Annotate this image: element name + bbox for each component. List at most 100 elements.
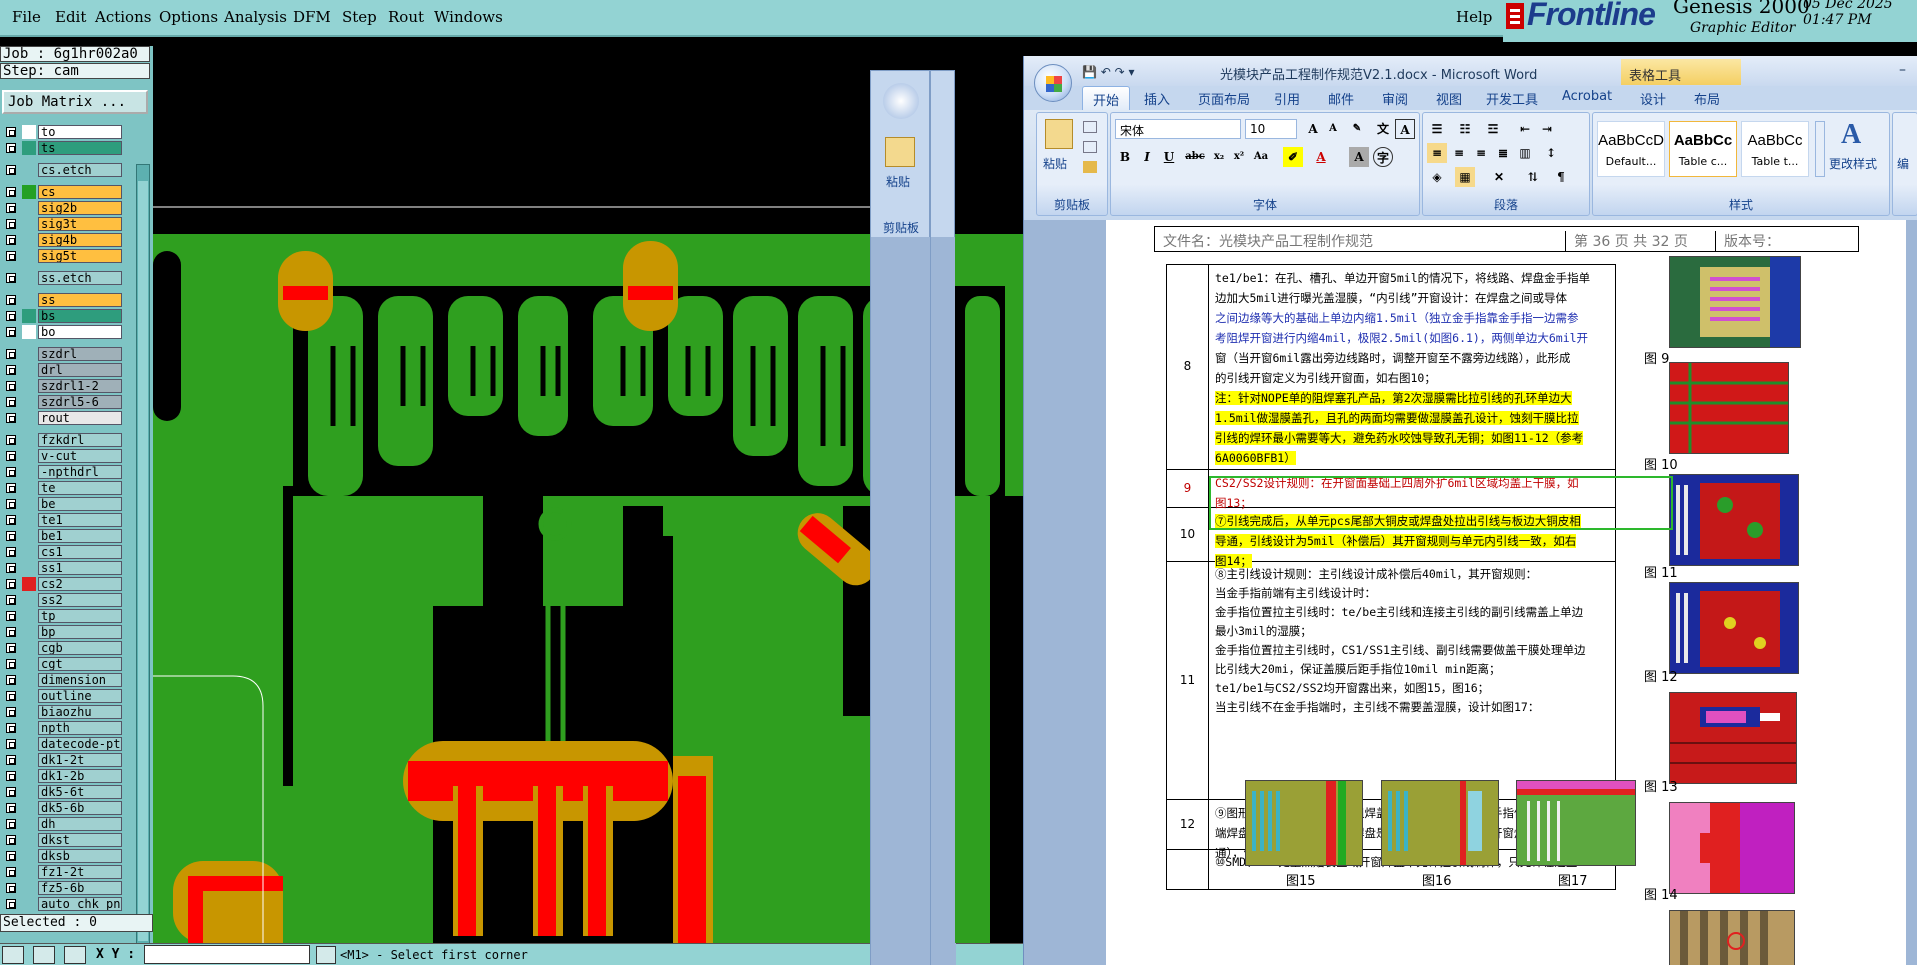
align-right-icon[interactable]: ≡ <box>1471 143 1491 163</box>
layer-scrollbar[interactable] <box>136 164 150 959</box>
measure-tool-icon[interactable] <box>33 946 55 964</box>
background-word-window-2[interactable] <box>930 70 956 965</box>
font-size-field[interactable]: 10 <box>1245 119 1297 139</box>
layer-name[interactable]: dk1-2t <box>38 753 122 767</box>
layer-row[interactable]: ss.etch <box>2 270 122 286</box>
layer-row[interactable]: ss2 <box>2 592 122 608</box>
layer-name[interactable]: sig2b <box>38 201 122 215</box>
copy-icon[interactable] <box>1083 141 1097 153</box>
layer-row[interactable]: be1 <box>2 528 122 544</box>
layer-checkbox[interactable] <box>6 771 16 781</box>
layer-name[interactable]: dk5-6b <box>38 801 122 815</box>
style-default[interactable]: AaBbCcD Default... <box>1597 121 1665 177</box>
layer-name[interactable]: cs2 <box>38 577 122 591</box>
layer-name[interactable]: cgb <box>38 641 122 655</box>
layer-row[interactable]: cs <box>2 184 122 200</box>
layer-checkbox[interactable] <box>6 127 16 137</box>
layer-checkbox[interactable] <box>6 467 16 477</box>
layer-color-swatch[interactable] <box>22 481 36 495</box>
layer-row[interactable]: bp <box>2 624 122 640</box>
layer-row[interactable]: fz5-6b <box>2 880 122 896</box>
layer-name[interactable]: dkst <box>38 833 122 847</box>
layer-name[interactable]: tp <box>38 609 122 623</box>
menu-actions[interactable]: Actions <box>95 8 151 26</box>
layer-row[interactable]: dkst <box>2 832 122 848</box>
layer-color-swatch[interactable] <box>22 737 36 751</box>
style-table-c[interactable]: AaBbCc Table c... <box>1669 121 1737 177</box>
asian-layout-icon[interactable]: ✕ <box>1489 167 1509 187</box>
quick-access-toolbar[interactable]: 💾 ↶ ↷ ▾ <box>1082 65 1135 79</box>
layer-color-swatch[interactable] <box>22 249 36 263</box>
layer-name[interactable]: ts <box>38 141 122 155</box>
layer-row[interactable]: sig3t <box>2 216 122 232</box>
office-button-icon[interactable] <box>883 83 919 119</box>
layer-row[interactable]: be <box>2 496 122 512</box>
layer-color-swatch[interactable] <box>22 833 36 847</box>
tab-home[interactable]: 开始 <box>1082 86 1131 111</box>
layer-name[interactable]: dksb <box>38 849 122 863</box>
layer-color-swatch[interactable] <box>22 201 36 215</box>
layer-row[interactable]: npth <box>2 720 122 736</box>
layer-name[interactable]: -npthdrl <box>38 465 122 479</box>
menu-rout[interactable]: Rout <box>388 8 424 26</box>
layer-row[interactable]: te1 <box>2 512 122 528</box>
layer-row[interactable]: szdrl1-2 <box>2 378 122 394</box>
layer-name[interactable]: fz5-6b <box>38 881 122 895</box>
layer-row[interactable]: dh <box>2 816 122 832</box>
subscript-icon[interactable]: x₂ <box>1209 147 1229 167</box>
sort-icon[interactable]: ⇅ <box>1523 167 1543 187</box>
layer-color-swatch[interactable] <box>22 641 36 655</box>
layer-row[interactable]: dk1-2b <box>2 768 122 784</box>
shrink-font-icon[interactable]: A <box>1323 119 1343 139</box>
layer-color-swatch[interactable] <box>22 347 36 361</box>
style-table-t[interactable]: AaBbCc Table t... <box>1741 121 1809 177</box>
layer-checkbox[interactable] <box>6 739 16 749</box>
row-text[interactable]: te1/be1：在孔、槽孔、单边开窗5mil的情况下，将线路、焊盘金手指单 边加大… <box>1215 268 1611 468</box>
layer-row[interactable]: drl <box>2 362 122 378</box>
layer-color-swatch[interactable] <box>22 379 36 393</box>
increase-indent-icon[interactable]: ⇥ <box>1537 119 1557 139</box>
layer-checkbox[interactable] <box>6 273 16 283</box>
borders-icon[interactable]: ▦ <box>1455 167 1475 187</box>
numbering-icon[interactable]: ☷ <box>1455 119 1475 139</box>
menu-analysis[interactable]: Analysis <box>224 8 287 26</box>
layer-checkbox[interactable] <box>6 659 16 669</box>
layer-color-swatch[interactable] <box>22 657 36 671</box>
layer-checkbox[interactable] <box>6 413 16 423</box>
layer-checkbox[interactable] <box>6 435 16 445</box>
layer-row[interactable]: fz1-2t <box>2 864 122 880</box>
tab-acrobat[interactable]: Acrobat <box>1562 89 1612 104</box>
layer-name[interactable]: cgt <box>38 657 122 671</box>
multilevel-list-icon[interactable]: ☲ <box>1483 119 1503 139</box>
layer-color-swatch[interactable] <box>22 433 36 447</box>
styles-scroll[interactable] <box>1815 121 1825 177</box>
job-matrix-button[interactable]: Job Matrix ... <box>2 90 148 114</box>
tab-layout[interactable]: 布局 <box>1694 89 1720 108</box>
layer-row[interactable]: te <box>2 480 122 496</box>
layer-row[interactable]: dk5-6t <box>2 784 122 800</box>
clear-format-icon[interactable]: ✎ <box>1347 119 1367 139</box>
layer-row[interactable]: sig2b <box>2 200 122 216</box>
layer-row[interactable]: dksb <box>2 848 122 864</box>
layer-color-swatch[interactable] <box>22 625 36 639</box>
layer-color-swatch[interactable] <box>22 801 36 815</box>
font-name-field[interactable]: 宋体 <box>1115 119 1241 139</box>
layer-row[interactable]: dimension <box>2 672 122 688</box>
enclose-char-icon[interactable]: 字 <box>1373 147 1393 167</box>
layer-row[interactable]: ss <box>2 292 122 308</box>
layer-row[interactable]: datecode-pte <box>2 736 122 752</box>
layer-row[interactable]: v-cut <box>2 448 122 464</box>
layer-name[interactable]: szdrl1-2 <box>38 379 122 393</box>
layer-color-swatch[interactable] <box>22 529 36 543</box>
pipe-icon[interactable] <box>316 946 336 964</box>
bullets-icon[interactable]: ☰ <box>1427 119 1447 139</box>
layer-name[interactable]: sig5t <box>38 249 122 263</box>
paste-icon[interactable] <box>1045 119 1073 149</box>
layer-checkbox[interactable] <box>6 547 16 557</box>
layer-checkbox[interactable] <box>6 899 16 909</box>
tab-mailings[interactable]: 邮件 <box>1328 89 1354 108</box>
layer-name[interactable]: rout <box>38 411 122 425</box>
tab-review[interactable]: 审阅 <box>1382 89 1408 108</box>
layer-checkbox[interactable] <box>6 787 16 797</box>
layer-name[interactable]: to <box>38 125 122 139</box>
